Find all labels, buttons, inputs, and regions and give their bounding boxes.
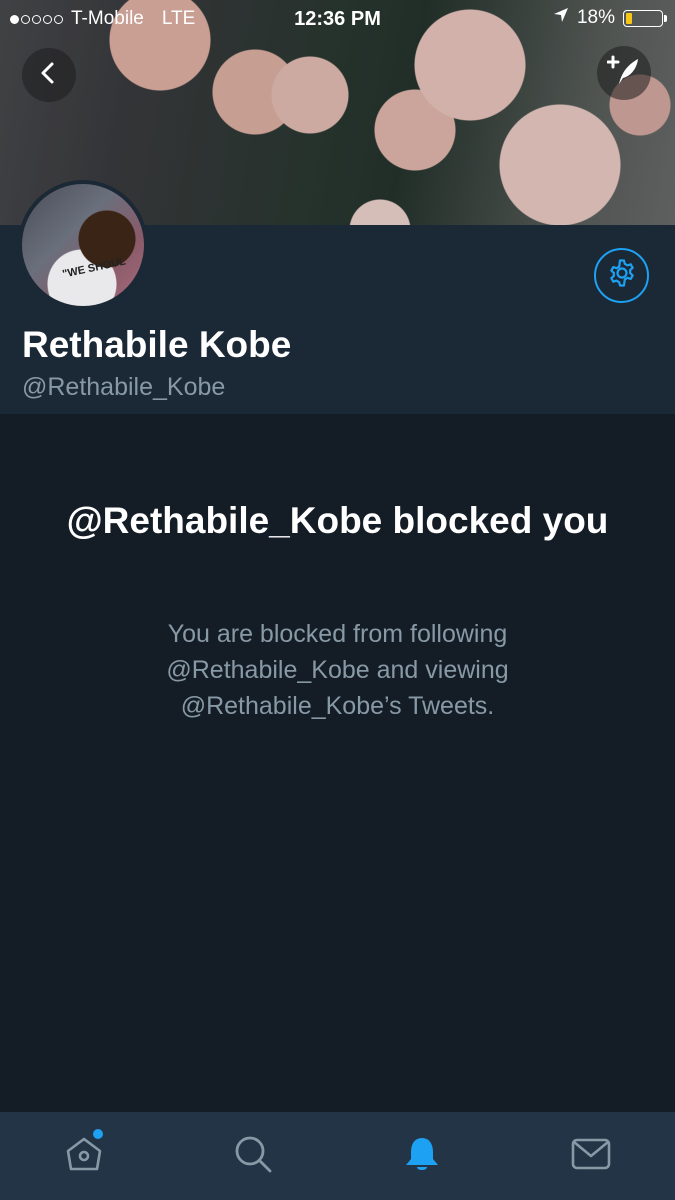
avatar[interactable]: "WE SHOUL xyxy=(18,180,148,310)
status-bar: T-Mobile LTE 12:36 PM 18% xyxy=(0,0,675,38)
avatar-photo: "WE SHOUL xyxy=(22,184,144,306)
blocked-title: @Rethabile_Kobe blocked you xyxy=(66,500,609,541)
chevron-left-icon xyxy=(37,61,61,90)
tab-search[interactable] xyxy=(169,1112,338,1200)
battery-level-fill xyxy=(626,12,632,24)
status-right: 18% xyxy=(553,7,667,29)
battery-percent: 18% xyxy=(576,7,615,28)
tab-messages[interactable] xyxy=(506,1112,675,1200)
location-arrow-icon xyxy=(553,7,569,29)
home-icon xyxy=(63,1133,105,1180)
profile-settings-button[interactable] xyxy=(594,248,649,303)
bottom-tab-bar xyxy=(0,1112,675,1200)
compose-feather-icon xyxy=(606,54,641,93)
compose-tweet-button[interactable] xyxy=(597,46,651,100)
bell-icon xyxy=(402,1134,442,1179)
blocked-message: You are blocked from following @Rethabil… xyxy=(166,620,509,720)
mail-icon xyxy=(570,1136,612,1177)
profile-display-name: Rethabile Kobe xyxy=(22,324,292,365)
back-button[interactable] xyxy=(22,48,76,102)
search-icon xyxy=(233,1134,273,1179)
tab-notifications[interactable] xyxy=(338,1112,507,1200)
avatar-shirt-text: "WE SHOUL xyxy=(61,255,127,281)
battery-icon xyxy=(623,9,667,27)
tab-home[interactable] xyxy=(0,1112,169,1200)
home-notification-dot xyxy=(93,1129,103,1139)
gear-icon xyxy=(607,258,637,293)
profile-handle: @Rethabile_Kobe xyxy=(22,373,226,401)
